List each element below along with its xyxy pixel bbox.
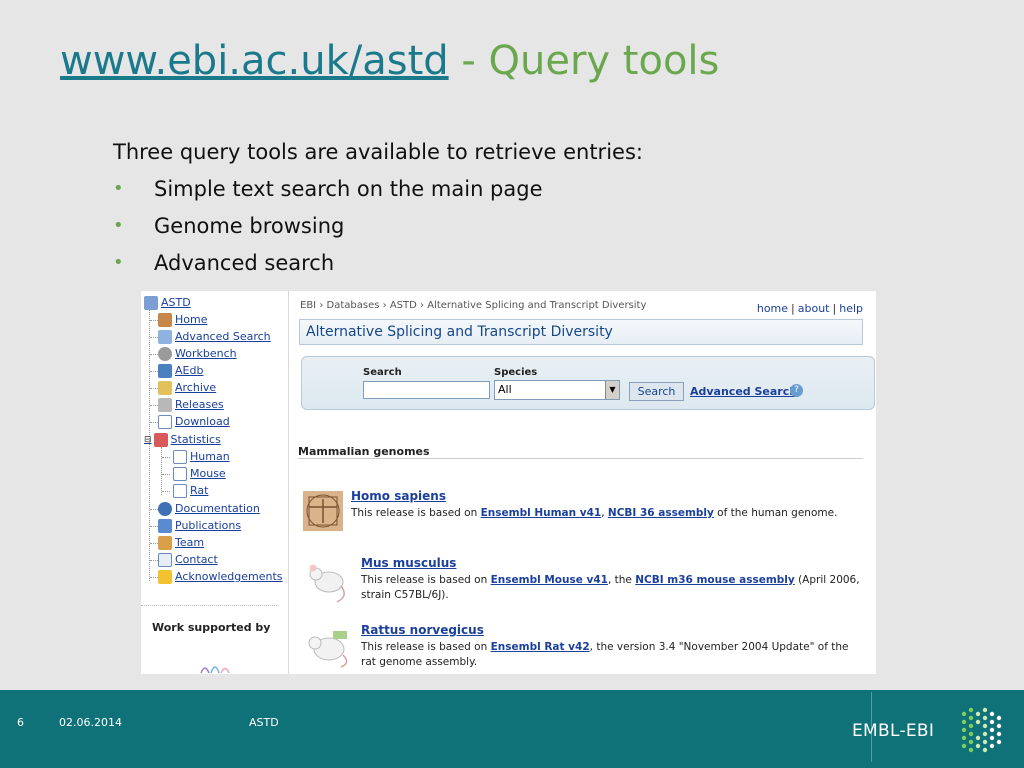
star-icon xyxy=(158,569,172,584)
ensembl-link[interactable]: Ensembl Human v41 xyxy=(481,507,602,519)
genome-description: This release is based on Ensembl Mouse v… xyxy=(361,574,860,601)
title-text: - Query tools xyxy=(448,38,720,84)
tree-root-astd[interactable]: ASTD xyxy=(144,294,191,311)
tree-item-advanced-search[interactable]: Advanced Search xyxy=(158,328,271,345)
tree-item-human[interactable]: Human xyxy=(173,448,230,465)
page-header: Alternative Splicing and Transcript Dive… xyxy=(299,319,863,345)
intro-text: Three query tools are available to retri… xyxy=(113,140,643,164)
breadcrumb-item[interactable]: EBI xyxy=(300,300,316,311)
astd-icon xyxy=(144,295,158,310)
genome-entry-rat: Rattus norvegicus This release is based … xyxy=(301,623,871,674)
genome-entry-human: Homo sapiens This release is based on En… xyxy=(301,489,871,541)
ensembl-link[interactable]: Ensembl Mouse v41 xyxy=(491,574,608,586)
bullet-item: • Simple text search on the main page xyxy=(113,176,543,213)
genome-entry-mouse: Mus musculus This release is based on En… xyxy=(301,556,871,608)
tree-item-workbench[interactable]: Workbench xyxy=(158,345,237,362)
embl-ebi-logo-text: EMBL-EBI xyxy=(852,721,935,741)
home-icon xyxy=(158,312,172,327)
tree-item-home[interactable]: Home xyxy=(158,311,207,328)
species-select[interactable]: All ▼ xyxy=(494,380,620,400)
people-icon xyxy=(158,535,172,550)
slide-number: 6 xyxy=(17,716,24,729)
genome-name-link[interactable]: Rattus norvegicus xyxy=(361,623,484,637)
bullet-text: Advanced search xyxy=(154,251,335,275)
tree-item-statistics[interactable]: ⊟ Statistics xyxy=(144,431,221,448)
bullet-icon: • xyxy=(113,215,124,236)
divider xyxy=(298,458,863,459)
bullet-text: Genome browsing xyxy=(154,214,345,238)
title-link[interactable]: www.ebi.ac.uk/astd xyxy=(60,38,449,84)
work-supported-label: Work supported by xyxy=(152,621,271,634)
section-title: Mammalian genomes xyxy=(298,445,430,458)
rat-icon xyxy=(308,631,348,668)
bullet-item: • Advanced search xyxy=(113,250,543,287)
tree-item-contact[interactable]: Contact xyxy=(158,551,218,568)
vitruvian-man-icon xyxy=(303,491,343,531)
bullet-item: • Genome browsing xyxy=(113,213,543,250)
tree-item-download[interactable]: Download xyxy=(158,413,230,430)
assembly-link[interactable]: NCBI 36 assembly xyxy=(608,507,714,519)
help-link[interactable]: help xyxy=(839,302,863,315)
tree-item-mouse[interactable]: Mouse xyxy=(173,465,226,482)
mouse-icon xyxy=(309,564,345,603)
breadcrumb-item: Alternative Splicing and Transcript Dive… xyxy=(427,300,647,311)
home-link[interactable]: home xyxy=(757,302,788,315)
releases-icon xyxy=(158,397,172,412)
website-screenshot: ASTD Home Advanced Search Workbench AEdb… xyxy=(141,291,876,674)
page-icon xyxy=(173,449,187,464)
archive-icon xyxy=(158,380,172,395)
genome-name-link[interactable]: Mus musculus xyxy=(361,556,456,570)
about-link[interactable]: about xyxy=(798,302,830,315)
ensembl-link[interactable]: Ensembl Rat v42 xyxy=(491,641,590,653)
tree-item-aedb[interactable]: AEdb xyxy=(158,362,203,379)
tree-item-publications[interactable]: Publications xyxy=(158,517,241,534)
embl-ebi-logo-icon xyxy=(961,707,1002,753)
bullet-icon: • xyxy=(113,178,124,199)
tree-item-archive[interactable]: Archive xyxy=(158,379,216,396)
bullet-text: Simple text search on the main page xyxy=(154,177,543,201)
slide-title: www.ebi.ac.uk/astd - Query tools xyxy=(60,38,719,84)
search-button[interactable]: Search xyxy=(629,382,684,401)
mail-icon xyxy=(158,552,172,567)
collapse-icon[interactable]: ⊟ xyxy=(144,435,152,445)
magnifier-icon xyxy=(158,329,172,344)
search-panel: Search Species All ▼ Search Advanced Sea… xyxy=(301,356,875,410)
species-label: Species xyxy=(494,367,538,378)
assembly-link[interactable]: NCBI m36 mouse assembly xyxy=(635,574,795,586)
nav-tree: ASTD Home Advanced Search Workbench AEdb… xyxy=(141,291,289,674)
breadcrumb: EBI › Databases › ASTD › Alternative Spl… xyxy=(300,300,647,311)
gear-icon xyxy=(158,346,172,361)
page-icon xyxy=(173,483,187,498)
chevron-down-icon[interactable]: ▼ xyxy=(605,381,619,399)
chart-icon xyxy=(153,432,168,447)
bullet-icon: • xyxy=(113,252,124,273)
page-icon xyxy=(173,466,187,481)
genome-name-link[interactable]: Homo sapiens xyxy=(351,489,446,503)
breadcrumb-item[interactable]: Databases xyxy=(327,300,380,311)
divider xyxy=(141,605,277,606)
top-links: home | about | help xyxy=(756,302,863,315)
tree-item-acknowledgements[interactable]: Acknowledgements xyxy=(158,568,283,585)
help-icon[interactable]: ? xyxy=(790,384,803,397)
search-label: Search xyxy=(363,367,402,378)
tree-item-rat[interactable]: Rat xyxy=(173,482,208,499)
tree-item-team[interactable]: Team xyxy=(158,534,204,551)
pencil-icon xyxy=(158,363,172,378)
page-icon xyxy=(158,414,172,429)
breadcrumb-item[interactable]: ASTD xyxy=(390,300,417,311)
advanced-search-link[interactable]: Advanced Search xyxy=(690,385,797,398)
slide-short-title: ASTD xyxy=(249,716,279,729)
book-icon xyxy=(158,518,172,533)
sponsor-logo-icon xyxy=(200,666,230,673)
search-input[interactable] xyxy=(363,381,490,399)
genome-description: This release is based on Ensembl Rat v42… xyxy=(361,641,849,668)
tree-item-releases[interactable]: Releases xyxy=(158,396,224,413)
tree-item-documentation[interactable]: Documentation xyxy=(158,500,260,517)
slide-date: 02.06.2014 xyxy=(59,716,122,729)
slide-footer: 6 02.06.2014 ASTD EMBL-EBI xyxy=(0,690,1024,768)
info-icon xyxy=(158,501,172,516)
bullet-list: • Simple text search on the main page • Ge… xyxy=(113,176,543,287)
genome-description: This release is based on Ensembl Human v… xyxy=(351,507,838,519)
